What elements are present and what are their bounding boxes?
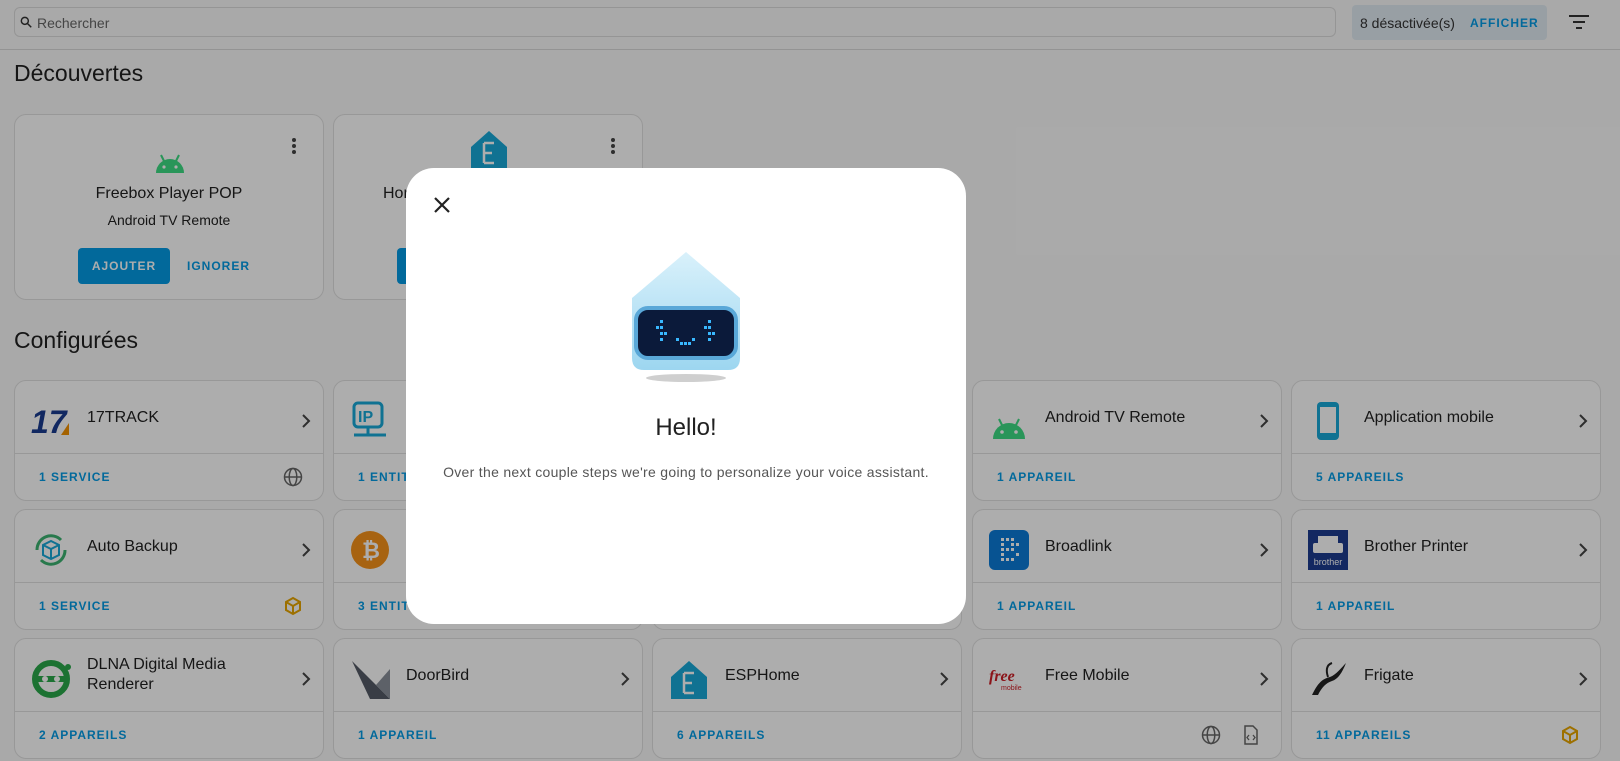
dialog-description: Over the next couple steps we're going t… <box>443 464 929 480</box>
voice-assistant-dialog: Hello! Over the next couple steps we're … <box>406 168 966 624</box>
dialog-title: Hello! <box>655 414 717 441</box>
close-icon[interactable] <box>432 195 452 215</box>
voice-assistant-mascot <box>632 252 740 382</box>
